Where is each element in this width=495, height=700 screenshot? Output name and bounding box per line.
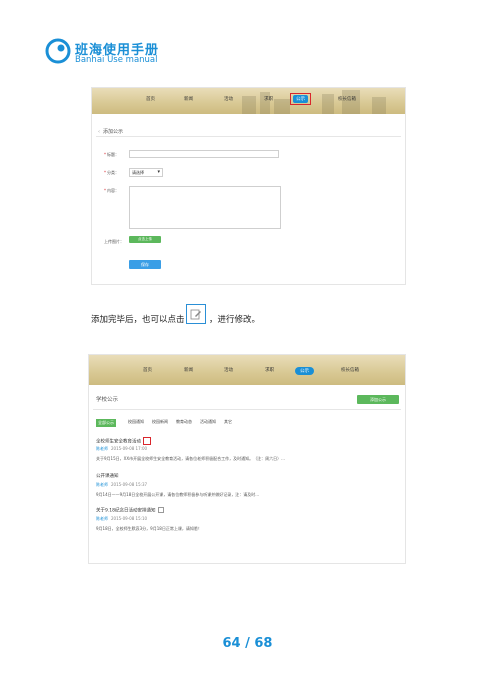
tab-education[interactable]: 教育动态	[176, 419, 192, 425]
tab-activity[interactable]: 活动通知	[200, 419, 216, 425]
nav-activity[interactable]: 活动	[224, 367, 233, 373]
nav-jobs[interactable]: 求职	[265, 367, 274, 373]
content-textarea[interactable]	[129, 186, 281, 229]
nav-news[interactable]: 新闻	[184, 96, 193, 102]
title-label: *标题：	[104, 152, 119, 157]
category-label: *分类：	[104, 170, 119, 175]
divider	[96, 136, 401, 137]
nav-jobs[interactable]: 求职	[264, 96, 273, 102]
post-meta: 陈老师 2015-09-08 17:00	[96, 446, 148, 451]
page-title: 学校公示	[96, 397, 119, 403]
upload-label: 上传图片：	[104, 239, 124, 244]
instruction-text-before: 添加完毕后，也可以点击	[91, 315, 185, 325]
save-button[interactable]: 保存	[129, 260, 161, 269]
post-summary: 9月18日，全校师生默哀3分，9月18日正常上课，请知悉！	[96, 526, 202, 531]
tab-other[interactable]: 其它	[224, 419, 232, 425]
site-nav: 首页 新闻 活动 求职 公示 校长信箱	[92, 93, 405, 108]
edit-icon[interactable]	[157, 507, 164, 513]
post-title: 公开课通知	[96, 474, 119, 479]
divider	[93, 409, 401, 410]
nav-home[interactable]: 首页	[146, 96, 155, 102]
nav-principal-mailbox[interactable]: 校长信箱	[338, 96, 356, 102]
content-label: *内容：	[104, 188, 119, 193]
nav-activity[interactable]: 活动	[224, 96, 233, 102]
title-input[interactable]	[129, 150, 279, 158]
post-meta: 陈老师 2015-09-08 15:37	[96, 482, 148, 487]
nav-notice[interactable]: 公示	[295, 367, 314, 375]
nav-news[interactable]: 新闻	[184, 367, 193, 373]
post-summary: 关于9月15日，XX市开展全校师生安全教育活动，请各位老师积极配合工作，及时通知…	[96, 456, 285, 461]
brand-title-en: Banhai Use manual	[75, 55, 158, 65]
manual-brand: 班海使用手册 Banhai Use manual	[45, 38, 245, 70]
tab-all[interactable]: 全部公示	[96, 419, 116, 427]
post-title: 全校师生安全教育活动	[96, 437, 151, 445]
upload-button[interactable]: 点击上传	[129, 236, 161, 243]
edit-icon[interactable]	[143, 437, 151, 445]
tab-campus-notice[interactable]: 校园通知	[128, 419, 144, 425]
instruction-text-after: ，进行修改。	[209, 315, 261, 325]
nav-principal-mailbox[interactable]: 校长信箱	[341, 367, 359, 373]
banhai-logo-icon	[45, 38, 71, 64]
screenshot-add-notice: 首页 新闻 活动 求职 公示 校长信箱 添加公示 *标题： *分类： 请选择 *…	[91, 87, 406, 285]
screenshot-notice-list: 首页 新闻 活动 求职 公示 校长信箱 学校公示 添加公示 全部公示 校园通知 …	[88, 354, 406, 564]
post-meta: 陈老师 2015-09-08 15:10	[96, 516, 148, 521]
form-title: 添加公示	[98, 128, 123, 135]
page-number: 64 / 68	[222, 636, 273, 651]
post-summary: 9月14日——9月18日全校开展公开课，请各位教师积极参与听课并做好记录，注：请…	[96, 492, 260, 497]
add-notice-button[interactable]: 添加公示	[357, 395, 399, 404]
nav-home[interactable]: 首页	[143, 367, 152, 373]
tab-campus-news[interactable]: 校园新闻	[152, 419, 168, 425]
post-title: 关于9.18纪念日活动安排通知	[96, 507, 164, 514]
category-select[interactable]: 请选择	[129, 168, 163, 177]
nav-notice-highlighted[interactable]: 公示	[290, 93, 311, 105]
edit-icon	[186, 304, 206, 324]
